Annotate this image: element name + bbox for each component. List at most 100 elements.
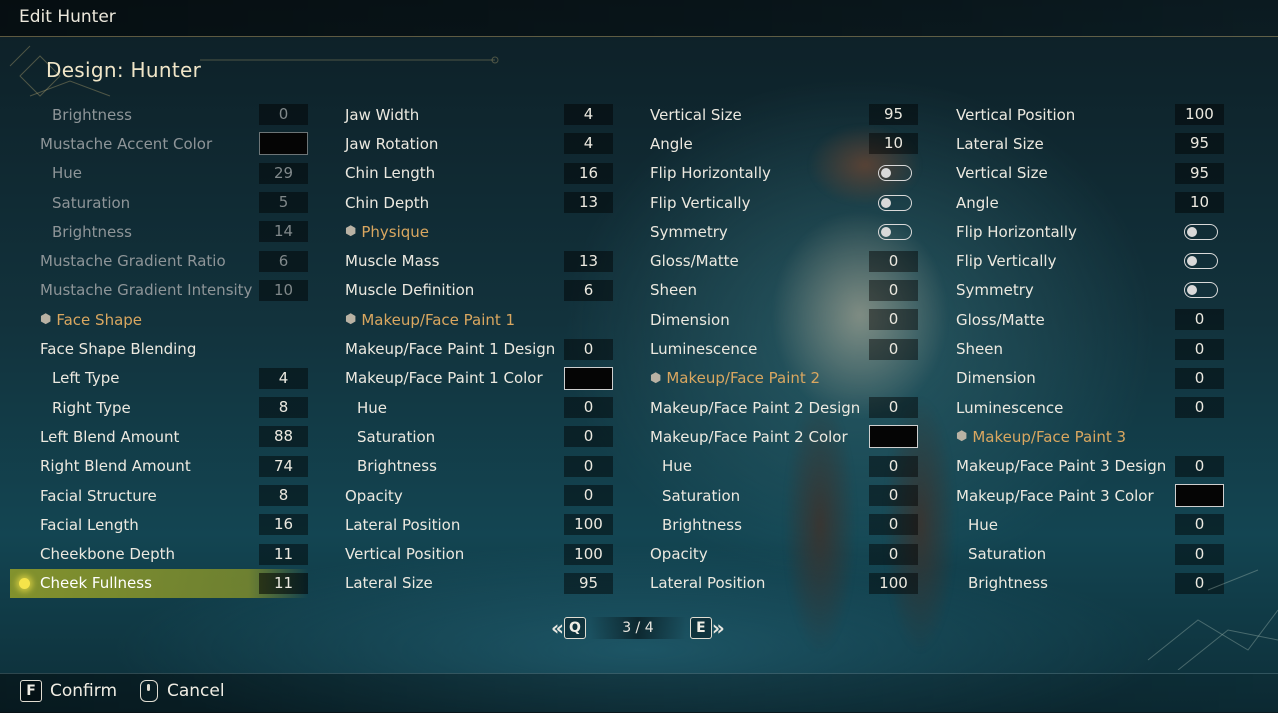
setting-label: Saturation — [662, 486, 741, 505]
confirm-button[interactable]: F Confirm — [20, 680, 117, 702]
setting-row-opacity[interactable]: Opacity 0 — [650, 539, 918, 568]
setting-row-flip-vertically[interactable]: Flip Vertically — [956, 246, 1224, 275]
setting-row-chin-length[interactable]: Chin Length 16 — [345, 159, 613, 188]
setting-row-makeup-face-paint-3-color[interactable]: Makeup/Face Paint 3 Color — [956, 481, 1224, 510]
setting-label: Vertical Position — [345, 545, 465, 564]
setting-row-brightness[interactable]: Brightness 0 — [650, 510, 918, 539]
setting-row-left-type[interactable]: Left Type 4 — [40, 364, 308, 393]
setting-row-lateral-position[interactable]: Lateral Position 100 — [345, 510, 613, 539]
setting-value: 95 — [1175, 162, 1224, 184]
setting-row-makeup-face-paint-1-color[interactable]: Makeup/Face Paint 1 Color — [345, 364, 613, 393]
setting-row-mustache-accent-color[interactable]: Mustache Accent Color — [40, 129, 308, 158]
setting-row-lateral-position[interactable]: Lateral Position 100 — [650, 569, 918, 598]
setting-label: Mustache Gradient Intensity — [40, 281, 253, 300]
setting-row-saturation[interactable]: Saturation 5 — [40, 188, 308, 217]
toggle-switch[interactable] — [1184, 253, 1218, 270]
setting-row-cheekbone-depth[interactable]: Cheekbone Depth 11 — [40, 539, 308, 568]
section-header-makeup-face-paint-2: ⬢ Makeup/Face Paint 2 — [650, 364, 918, 393]
setting-row-flip-horizontally[interactable]: Flip Horizontally — [956, 217, 1224, 246]
setting-row-makeup-face-paint-2-design[interactable]: Makeup/Face Paint 2 Design 0 — [650, 393, 918, 422]
setting-row-opacity[interactable]: Opacity 0 — [345, 481, 613, 510]
setting-row-gloss-matte[interactable]: Gloss/Matte 0 — [650, 246, 918, 275]
color-swatch[interactable] — [564, 366, 613, 390]
setting-row-vertical-position[interactable]: Vertical Position 100 — [956, 100, 1224, 129]
setting-row-symmetry[interactable]: Symmetry — [650, 217, 918, 246]
setting-row-muscle-definition[interactable]: Muscle Definition 6 — [345, 276, 613, 305]
setting-row-hue[interactable]: Hue 29 — [40, 159, 308, 188]
color-swatch[interactable] — [1175, 484, 1224, 507]
setting-row-saturation[interactable]: Saturation 0 — [345, 422, 613, 451]
setting-row-lateral-size[interactable]: Lateral Size 95 — [956, 129, 1224, 158]
setting-row-flip-horizontally[interactable]: Flip Horizontally — [650, 159, 918, 188]
section-label-text: Physique — [361, 222, 430, 241]
setting-row-jaw-rotation[interactable]: Jaw Rotation 4 — [345, 129, 613, 158]
setting-row-angle[interactable]: Angle 10 — [956, 188, 1224, 217]
prev-page-button[interactable]: Q — [563, 617, 586, 639]
setting-row-saturation[interactable]: Saturation 0 — [650, 481, 918, 510]
setting-row-mustache-gradient-intensity[interactable]: Mustache Gradient Intensity 10 — [40, 276, 308, 305]
setting-value: 13 — [564, 192, 613, 214]
setting-row-facial-structure[interactable]: Facial Structure 8 — [40, 481, 308, 510]
toggle-switch[interactable] — [878, 194, 912, 211]
setting-row-hue[interactable]: Hue 0 — [345, 393, 613, 422]
toggle-switch[interactable] — [878, 165, 912, 182]
setting-value: 0 — [564, 426, 613, 448]
setting-row-brightness[interactable]: Brightness 0 — [40, 100, 308, 129]
setting-row-vertical-size[interactable]: Vertical Size 95 — [956, 159, 1224, 188]
setting-row-dimension[interactable]: Dimension 0 — [650, 305, 918, 334]
setting-row-makeup-face-paint-2-color[interactable]: Makeup/Face Paint 2 Color — [650, 422, 918, 451]
section-header-makeup-face-paint-3: ⬢ Makeup/Face Paint 3 — [956, 422, 1224, 451]
color-swatch[interactable] — [869, 425, 918, 449]
setting-row-angle[interactable]: Angle 10 — [650, 129, 918, 158]
setting-row-vertical-size[interactable]: Vertical Size 95 — [650, 100, 918, 129]
setting-row-lateral-size[interactable]: Lateral Size 95 — [345, 569, 613, 598]
setting-value: 95 — [564, 572, 613, 594]
setting-row-right-blend-amount[interactable]: Right Blend Amount 74 — [40, 452, 308, 481]
setting-row-facial-length[interactable]: Facial Length 16 — [40, 510, 308, 539]
setting-row-left-blend-amount[interactable]: Left Blend Amount 88 — [40, 422, 308, 451]
setting-row-chin-depth[interactable]: Chin Depth 13 — [345, 188, 613, 217]
color-swatch[interactable] — [259, 132, 308, 156]
setting-label: Muscle Definition — [345, 281, 475, 300]
setting-row-face-shape-blending[interactable]: Face Shape Blending — [40, 334, 308, 363]
section-label: ⬢ Face Shape — [40, 311, 142, 329]
cancel-button[interactable]: Cancel — [140, 680, 225, 702]
setting-row-gloss-matte[interactable]: Gloss/Matte 0 — [956, 305, 1224, 334]
toggle-switch[interactable] — [1184, 282, 1218, 299]
setting-label: Face Shape Blending — [40, 340, 197, 359]
toggle-switch[interactable] — [878, 223, 912, 240]
setting-row-makeup-face-paint-3-design[interactable]: Makeup/Face Paint 3 Design 0 — [956, 452, 1224, 481]
setting-row-luminescence[interactable]: Luminescence 0 — [956, 393, 1224, 422]
setting-row-sheen[interactable]: Sheen 0 — [650, 276, 918, 305]
setting-label: Angle — [650, 134, 693, 153]
setting-row-makeup-face-paint-1-design[interactable]: Makeup/Face Paint 1 Design 0 — [345, 334, 613, 363]
setting-row-cheek-fullness[interactable]: Cheek Fullness 11 — [10, 568, 308, 599]
setting-row-hue[interactable]: Hue 0 — [956, 510, 1224, 539]
setting-row-jaw-width[interactable]: Jaw Width 4 — [345, 100, 613, 129]
setting-label: Chin Depth — [345, 193, 430, 212]
toggle-switch[interactable] — [1184, 223, 1218, 240]
setting-label: Brightness — [662, 515, 742, 534]
setting-row-flip-vertically[interactable]: Flip Vertically — [650, 188, 918, 217]
setting-row-mustache-gradient-ratio[interactable]: Mustache Gradient Ratio 6 — [40, 246, 308, 275]
setting-label: Jaw Width — [345, 105, 420, 124]
setting-value: 0 — [564, 485, 613, 506]
setting-row-brightness[interactable]: Brightness 0 — [345, 452, 613, 481]
setting-row-sheen[interactable]: Sheen 0 — [956, 334, 1224, 363]
setting-row-brightness[interactable]: Brightness 14 — [40, 217, 308, 246]
setting-row-symmetry[interactable]: Symmetry — [956, 276, 1224, 305]
setting-label: Makeup/Face Paint 1 Color — [345, 369, 543, 388]
setting-row-vertical-position[interactable]: Vertical Position 100 — [345, 539, 613, 568]
setting-row-right-type[interactable]: Right Type 8 — [40, 393, 308, 422]
hexagon-icon: ⬢ — [345, 224, 357, 240]
setting-row-luminescence[interactable]: Luminescence 0 — [650, 334, 918, 363]
setting-value: 0 — [869, 455, 918, 477]
setting-row-hue[interactable]: Hue 0 — [650, 452, 918, 481]
setting-label: Flip Vertically — [650, 193, 751, 212]
next-page-button[interactable]: E — [689, 617, 712, 639]
setting-label: Vertical Size — [956, 164, 1048, 183]
section-header-physique: ⬢ Physique — [345, 217, 613, 246]
setting-row-dimension[interactable]: Dimension 0 — [956, 364, 1224, 393]
setting-row-muscle-mass[interactable]: Muscle Mass 13 — [345, 246, 613, 275]
setting-label: Hue — [968, 515, 999, 534]
